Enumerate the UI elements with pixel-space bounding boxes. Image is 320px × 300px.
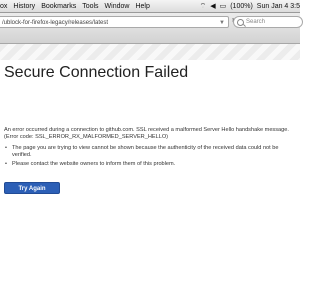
menu-bar: ox History Bookmarks Tools Window Help ⌔… [0, 0, 300, 13]
clock[interactable]: Sun Jan 4 3:5 [257, 3, 300, 10]
search-icon [237, 19, 244, 26]
search-input[interactable]: Search [233, 16, 303, 28]
volume-icon[interactable]: ◀ [210, 2, 215, 10]
chevron-down-icon[interactable]: ▼ [219, 17, 225, 27]
menu-item-app[interactable]: ox [0, 3, 7, 10]
menu-item-window[interactable]: Window [105, 3, 130, 10]
status-area: ⌔ ◀ ▭ (100%) Sun Jan 4 3:5 [200, 0, 300, 12]
page-title: Secure Connection Failed [4, 64, 189, 81]
url-text: /ublock-for-firefox-legacy/releases/late… [2, 20, 109, 26]
try-again-button[interactable]: Try Again [4, 182, 60, 194]
menu-item-history[interactable]: History [13, 3, 35, 10]
list-item: The page you are trying to view cannot b… [4, 145, 297, 159]
menu-item-tools[interactable]: Tools [82, 3, 98, 10]
menu-item-help[interactable]: Help [135, 3, 149, 10]
url-bar[interactable]: /ublock-for-firefox-legacy/releases/late… [0, 16, 229, 28]
error-suggestions: The page you are trying to view cannot b… [4, 145, 297, 170]
battery-percent: (100%) [230, 2, 253, 10]
error-page-header-stripe [0, 44, 300, 60]
list-item: Please contact the website owners to inf… [4, 161, 297, 168]
page-content [0, 60, 300, 300]
battery-icon[interactable]: ▭ [220, 2, 227, 10]
search-placeholder: Search [246, 19, 266, 25]
wifi-icon[interactable]: ⌔ [200, 2, 207, 11]
error-description: An error occurred during a connection to… [4, 127, 289, 140]
menu-item-bookmarks[interactable]: Bookmarks [41, 3, 76, 10]
